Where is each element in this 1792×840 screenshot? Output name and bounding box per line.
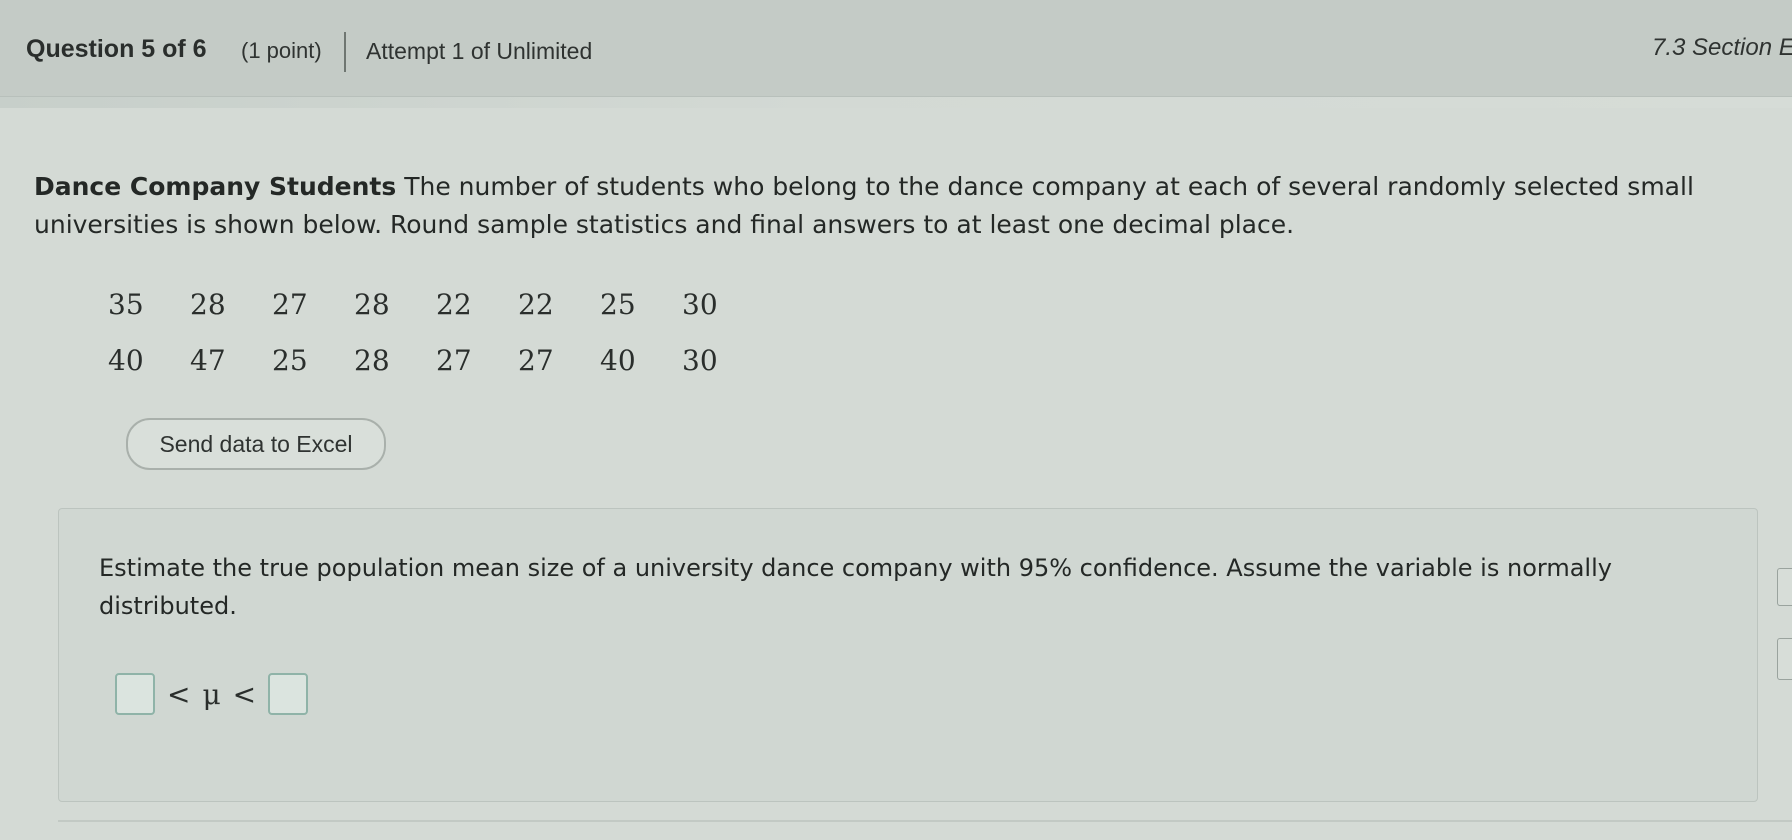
data-cell: 28 <box>190 287 226 321</box>
data-cell: 47 <box>190 343 226 377</box>
question-header: Question 5 of 6 (1 point) Attempt 1 of U… <box>0 0 1792 97</box>
data-cell: 28 <box>354 287 390 321</box>
send-to-excel-button[interactable]: Send data to Excel <box>126 418 386 470</box>
section-label: 7.3 Section E <box>1652 34 1792 61</box>
problem-title: Dance Company Students <box>34 172 397 201</box>
answer-prompt: Estimate the true population mean size o… <box>99 554 1612 620</box>
data-cell: 22 <box>436 287 472 321</box>
lower-bound-input[interactable] <box>115 673 155 715</box>
answer-panel: Estimate the true population mean size o… <box>58 508 1758 802</box>
data-cell: 22 <box>518 287 554 321</box>
mu-symbol: μ <box>202 677 221 711</box>
data-cell: 30 <box>682 343 718 377</box>
problem-statement: Dance Company Students The number of stu… <box>34 168 1734 244</box>
less-than-symbol: < <box>167 677 191 711</box>
screen: Question 5 of 6 (1 point) Attempt 1 of U… <box>0 0 1792 840</box>
question-points: (1 point) <box>241 38 322 63</box>
data-cell: 27 <box>518 343 554 377</box>
side-tab[interactable] <box>1777 638 1792 680</box>
data-row: 40 47 25 28 27 27 40 30 <box>108 332 764 388</box>
header-divider <box>344 32 346 72</box>
data-cell: 27 <box>272 287 308 321</box>
upper-bound-input[interactable] <box>268 673 309 715</box>
data-cell: 35 <box>108 287 144 321</box>
data-cell: 40 <box>108 343 144 377</box>
confidence-interval-row: < μ < <box>115 673 309 715</box>
data-cell: 27 <box>436 343 472 377</box>
bottom-divider <box>58 820 1792 822</box>
data-row: 35 28 27 28 22 22 25 30 <box>108 276 764 332</box>
attempt-counter: Attempt 1 of Unlimited <box>366 38 593 64</box>
less-than-symbol: < <box>232 677 257 711</box>
data-table: 35 28 27 28 22 22 25 30 40 47 25 28 27 2… <box>108 276 764 388</box>
question-content: Dance Company Students The number of stu… <box>0 108 1792 840</box>
side-tab[interactable] <box>1777 568 1792 606</box>
data-cell: 25 <box>600 287 636 321</box>
data-cell: 40 <box>600 343 636 377</box>
data-cell: 25 <box>272 343 308 377</box>
data-cell: 30 <box>682 287 718 321</box>
data-cell: 28 <box>354 343 390 377</box>
question-number: Question 5 of 6 <box>26 35 207 63</box>
